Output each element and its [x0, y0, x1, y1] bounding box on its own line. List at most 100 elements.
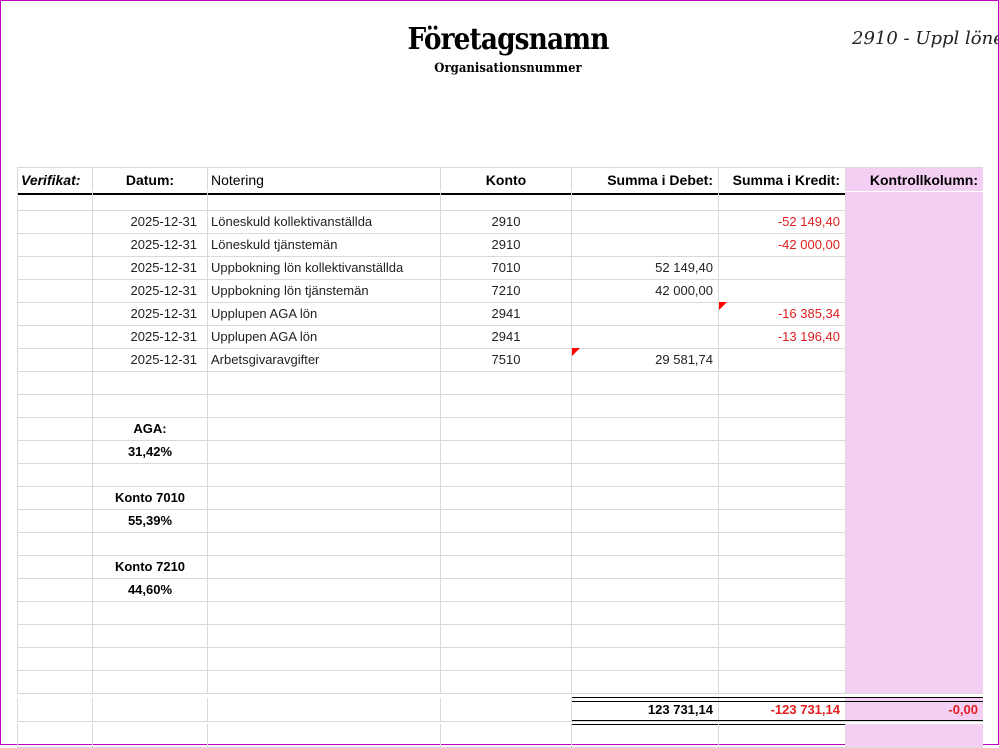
- cell[interactable]: [17, 192, 93, 210]
- header-datum[interactable]: Datum:: [93, 168, 208, 191]
- cell[interactable]: [719, 601, 846, 624]
- cell[interactable]: [208, 601, 441, 624]
- cell[interactable]: [719, 578, 846, 601]
- cell[interactable]: [441, 371, 572, 394]
- cell[interactable]: [93, 371, 208, 394]
- control-cell[interactable]: [846, 256, 983, 279]
- cell[interactable]: [208, 555, 441, 578]
- header-kontroll[interactable]: Kontrollkolumn:: [846, 168, 983, 191]
- control-cell[interactable]: [846, 486, 983, 509]
- cell[interactable]: [441, 670, 572, 693]
- cell[interactable]: [719, 509, 846, 532]
- cell[interactable]: [17, 601, 93, 624]
- cell[interactable]: [572, 509, 719, 532]
- header-debet[interactable]: Summa i Debet:: [572, 168, 719, 191]
- cell[interactable]: [208, 486, 441, 509]
- header-kredit[interactable]: Summa i Kredit:: [719, 168, 846, 191]
- control-cell[interactable]: [846, 210, 983, 233]
- cell[interactable]: [719, 417, 846, 440]
- cell[interactable]: [93, 394, 208, 417]
- cell[interactable]: [17, 233, 93, 256]
- cell[interactable]: [441, 192, 572, 210]
- cell[interactable]: [17, 210, 93, 233]
- cell[interactable]: [441, 509, 572, 532]
- entry-account[interactable]: 2941: [441, 302, 572, 325]
- cell[interactable]: [441, 647, 572, 670]
- cell[interactable]: [719, 532, 846, 555]
- cell[interactable]: [17, 256, 93, 279]
- cell[interactable]: [17, 509, 93, 532]
- cell[interactable]: [441, 624, 572, 647]
- cell[interactable]: [17, 302, 93, 325]
- entry-account[interactable]: 2941: [441, 325, 572, 348]
- cell[interactable]: [17, 555, 93, 578]
- cell[interactable]: [208, 371, 441, 394]
- cell[interactable]: [441, 440, 572, 463]
- cell[interactable]: [17, 724, 93, 747]
- entry-account[interactable]: 7210: [441, 279, 572, 302]
- cell[interactable]: [208, 192, 441, 210]
- cell[interactable]: [572, 724, 719, 747]
- cell[interactable]: [719, 486, 846, 509]
- cell[interactable]: [572, 624, 719, 647]
- cell[interactable]: [572, 394, 719, 417]
- cell[interactable]: [93, 192, 208, 210]
- konto-7210-value[interactable]: 44,60%: [93, 578, 208, 601]
- entry-date[interactable]: 2025-12-31: [93, 233, 208, 256]
- control-cell[interactable]: [846, 279, 983, 302]
- cell[interactable]: [208, 440, 441, 463]
- cell[interactable]: [572, 647, 719, 670]
- control-cell[interactable]: [846, 325, 983, 348]
- cell[interactable]: [17, 624, 93, 647]
- cell[interactable]: [719, 670, 846, 693]
- aga-label[interactable]: AGA:: [93, 417, 208, 440]
- cell[interactable]: [441, 463, 572, 486]
- cell[interactable]: [719, 724, 846, 747]
- control-cell[interactable]: [846, 394, 983, 417]
- cell[interactable]: [208, 670, 441, 693]
- entry-note[interactable]: Arbetsgivaravgifter: [208, 348, 441, 371]
- entry-account[interactable]: 7010: [441, 256, 572, 279]
- header-notering[interactable]: Notering: [208, 168, 441, 191]
- cell[interactable]: [572, 486, 719, 509]
- aga-value[interactable]: 31,42%: [93, 440, 208, 463]
- entry-account[interactable]: 7510: [441, 348, 572, 371]
- cell[interactable]: [572, 192, 719, 210]
- cell[interactable]: [208, 509, 441, 532]
- entry-date[interactable]: 2025-12-31: [93, 325, 208, 348]
- cell[interactable]: [17, 463, 93, 486]
- cell[interactable]: [17, 325, 93, 348]
- cell[interactable]: [17, 279, 93, 302]
- cell[interactable]: [846, 192, 983, 210]
- entry-note[interactable]: Upplupen AGA lön: [208, 325, 441, 348]
- entry-date[interactable]: 2025-12-31: [93, 256, 208, 279]
- comment-indicator-icon[interactable]: [572, 348, 580, 356]
- cell[interactable]: [93, 601, 208, 624]
- control-cell[interactable]: [846, 578, 983, 601]
- konto-7010-value[interactable]: 55,39%: [93, 509, 208, 532]
- cell[interactable]: [441, 555, 572, 578]
- cell[interactable]: [441, 486, 572, 509]
- entry-note[interactable]: Upplupen AGA lön: [208, 302, 441, 325]
- entry-credit[interactable]: [719, 348, 846, 371]
- cell[interactable]: [208, 463, 441, 486]
- control-cell[interactable]: [846, 670, 983, 693]
- cell[interactable]: [441, 578, 572, 601]
- entry-date[interactable]: 2025-12-31: [93, 348, 208, 371]
- cell[interactable]: [208, 624, 441, 647]
- cell[interactable]: [572, 532, 719, 555]
- cell[interactable]: [719, 371, 846, 394]
- cell[interactable]: [572, 578, 719, 601]
- cell[interactable]: [572, 440, 719, 463]
- konto-7010-label[interactable]: Konto 7010: [93, 486, 208, 509]
- control-cell[interactable]: [846, 724, 983, 747]
- cell[interactable]: [208, 698, 441, 721]
- entry-credit[interactable]: [719, 256, 846, 279]
- cell[interactable]: [719, 555, 846, 578]
- cell[interactable]: [572, 463, 719, 486]
- cell[interactable]: [208, 578, 441, 601]
- control-cell[interactable]: [846, 601, 983, 624]
- cell[interactable]: [93, 463, 208, 486]
- entry-account[interactable]: 2910: [441, 233, 572, 256]
- cell[interactable]: [719, 463, 846, 486]
